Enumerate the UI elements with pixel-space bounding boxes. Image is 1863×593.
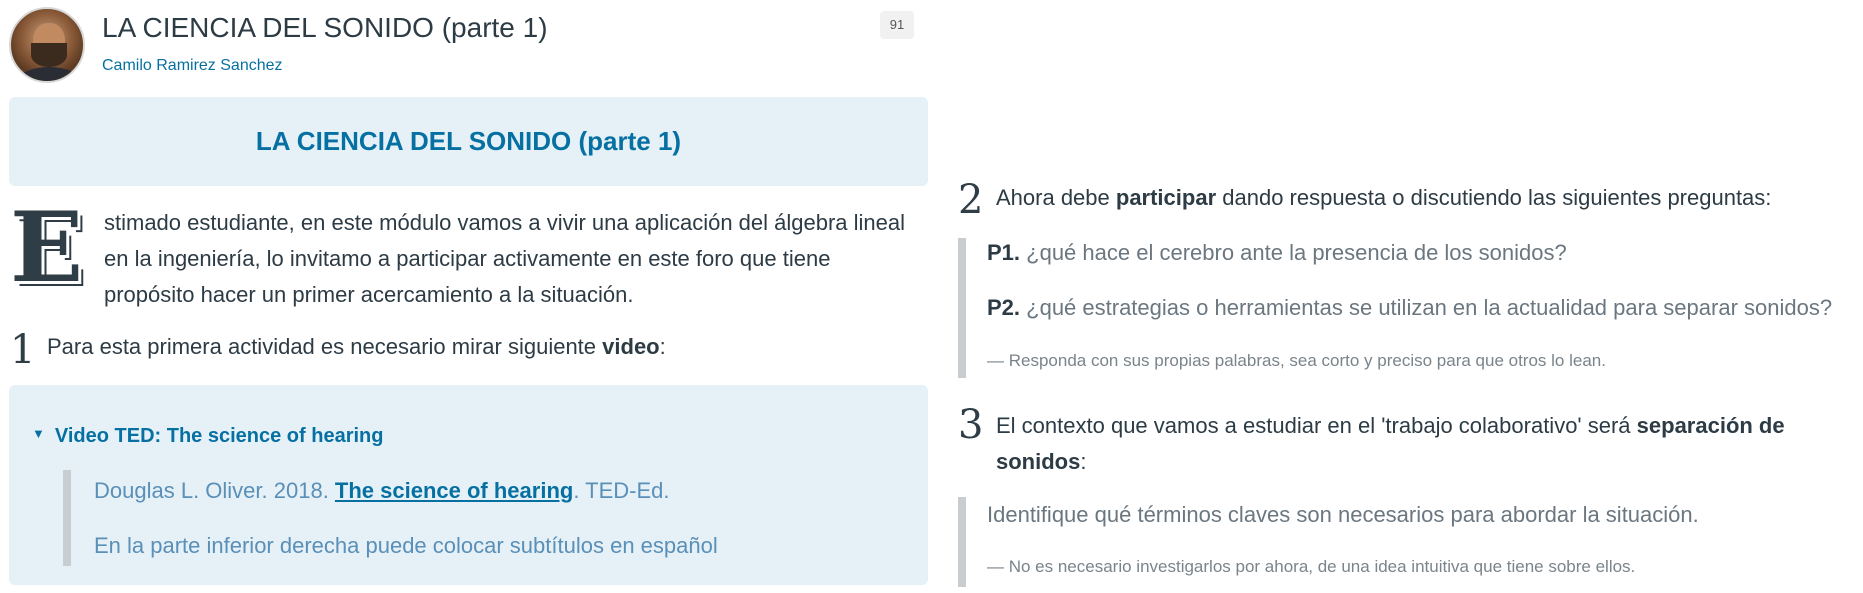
- step3-blockquote-bar: [958, 497, 966, 587]
- question-2-text: ¿qué estrategias o herramientas se utili…: [1020, 295, 1833, 320]
- banner-title: LA CIENCIA DEL SONIDO (parte 1): [255, 126, 682, 156]
- step3-note: — No es necesario investigarlos por ahor…: [987, 557, 1636, 576]
- step3-text-after: :: [1080, 449, 1087, 474]
- drop-cap: E: [10, 191, 84, 304]
- title-banner: LA CIENCIA DEL SONIDO (parte 1): [9, 97, 928, 186]
- step1-text-bold: video: [602, 334, 660, 359]
- video-summary-toggle[interactable]: ▼ Video TED: The science of hearing: [32, 425, 383, 448]
- video-blockquote-bar: [63, 470, 71, 566]
- video-link[interactable]: The science of hearing: [335, 478, 573, 503]
- step2-text-bold: participar: [1115, 185, 1217, 210]
- avatar-shirt: [17, 67, 81, 81]
- step3-text-before: El contexto que vamos a estudiar en el '…: [996, 413, 1637, 438]
- intro-paragraph: stimado estudiante, en este módulo vamos…: [104, 210, 906, 307]
- step2-text-after: dando respuesta o discutiendo las siguie…: [1216, 185, 1772, 210]
- ref-prefix: Douglas L. Oliver. 2018.: [94, 478, 335, 503]
- questions-blockquote-bar: [958, 238, 966, 378]
- caret-down-icon: ▼: [32, 426, 45, 441]
- video-reference: Douglas L. Oliver. 2018. The science of …: [94, 478, 670, 504]
- question-2: P2. ¿qué estrategias o herramientas se u…: [987, 295, 1832, 321]
- count-badge: 91: [880, 11, 914, 39]
- page-title: LA CIENCIA DEL SONIDO (parte 1): [102, 12, 548, 43]
- step-number-3: 3: [958, 402, 984, 448]
- step-number-2: 2: [958, 177, 984, 223]
- step-number-1: 1: [10, 327, 36, 373]
- step1-text: Para esta primera actividad es necesario…: [47, 334, 666, 360]
- step2-note: — Responda con sus propias palabras, sea…: [987, 351, 1606, 370]
- video-summary-label: Video TED: The science of hearing: [54, 425, 384, 447]
- ref-suffix: . TED-Ed.: [573, 478, 670, 503]
- question-1-label: P1.: [987, 240, 1021, 265]
- step1-text-before: Para esta primera actividad es necesario…: [47, 334, 603, 359]
- question-1: P1. ¿qué hace el cerebro ante la presenc…: [987, 240, 1567, 266]
- avatar-beard: [31, 43, 67, 67]
- subtitles-note: En la parte inferior derecha puede coloc…: [94, 533, 718, 558]
- author-link[interactable]: Camilo Ramirez Sanchez: [102, 57, 283, 75]
- step2-text-before: Ahora debe: [996, 185, 1116, 210]
- question-1-text: ¿qué hace el cerebro ante la presencia d…: [1020, 240, 1567, 265]
- step2-text: Ahora debe participar dando respuesta o …: [996, 185, 1771, 211]
- avatar[interactable]: [9, 7, 85, 83]
- step1-text-after: :: [659, 334, 666, 359]
- step3-text: El contexto que vamos a estudiar en el '…: [996, 408, 1856, 480]
- step3-instruction: Identifique qué términos claves son nece…: [987, 502, 1699, 527]
- question-2-label: P2.: [987, 295, 1021, 320]
